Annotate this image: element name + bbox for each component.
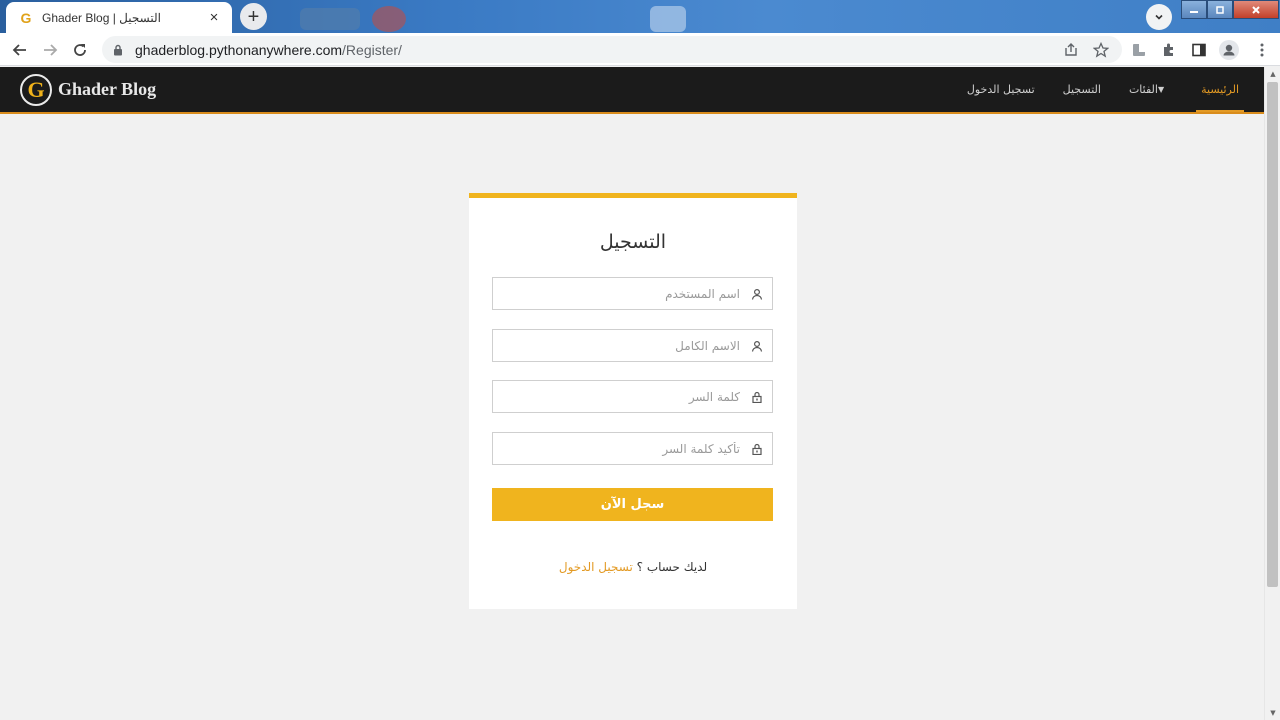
scroll-thumb[interactable] [1267,82,1278,587]
confirm-password-field[interactable] [492,432,773,465]
close-tab-icon[interactable]: × [206,9,222,26]
have-account-text: لديك حساب ؟ [636,560,708,574]
user-icon [750,339,764,353]
back-button[interactable] [9,39,31,61]
password-field[interactable] [492,380,773,413]
desktop-background-shape [300,8,360,30]
side-panel-icon[interactable] [1189,40,1209,60]
reading-list-icon[interactable] [1129,40,1149,60]
address-bar[interactable]: ghaderblog.pythonanywhere.com/Register/ [102,36,1122,63]
desktop-background-shape [372,6,406,32]
url-path: /Register/ [342,41,402,58]
tab-title: Ghader Blog | التسجيل [42,10,161,25]
browser-tab[interactable]: G Ghader Blog | التسجيل × [6,2,232,33]
fullname-input[interactable] [493,331,740,360]
browser-toolbar: ghaderblog.pythonanywhere.com/Register/ [0,33,1280,66]
site-brand[interactable]: Ghader Blog [58,79,156,100]
menu-icon[interactable] [1252,40,1272,60]
profile-icon[interactable] [1219,40,1239,60]
form-title: التسجيل [599,231,667,253]
forward-button[interactable] [39,39,61,61]
scroll-up-arrow-icon[interactable]: ▲ [1265,67,1280,81]
minimize-icon [1190,10,1198,13]
site-logo[interactable]: G [20,74,52,106]
nav-home[interactable]: الرئيسية [1196,67,1244,112]
extensions-icon[interactable] [1159,40,1179,60]
username-field[interactable] [492,277,773,310]
close-icon [1252,5,1260,14]
lock-icon [750,442,764,456]
nav-categories-label: الفئات [1128,83,1158,96]
reload-icon [74,44,86,56]
close-window-button[interactable] [1233,0,1279,19]
have-account-line: لديك حساب ؟ تسجيل الدخول [469,560,797,574]
nav-register[interactable]: التسجيل [1063,67,1101,112]
lock-icon [750,390,764,404]
maximize-button[interactable] [1207,0,1233,19]
username-input[interactable] [493,279,740,308]
minimize-button[interactable] [1181,0,1207,19]
nav-categories[interactable]: الفئات ▼ [1129,67,1168,112]
register-now-button[interactable]: سجل الآن [492,488,773,521]
reload-button[interactable] [69,39,91,61]
caret-down-icon: ▼ [1157,85,1165,94]
scroll-down-arrow-icon[interactable]: ▼ [1265,706,1280,720]
back-icon [12,44,26,56]
browser-titlebar: G Ghader Blog | التسجيل × + [0,0,1280,33]
user-icon [750,287,764,301]
nav-login[interactable]: تسجيل الدخول [967,67,1035,112]
fullname-field[interactable] [492,329,773,362]
nav-links: الرئيسية الفئات ▼ التسجيل تسجيل الدخول [939,67,1244,112]
share-icon[interactable] [1061,40,1081,60]
lock-icon[interactable] [112,44,124,56]
url-host: ghaderblog.pythonanywhere.com [135,41,343,58]
window-controls [1181,0,1279,19]
confirm-password-input[interactable] [493,434,740,463]
forward-icon [44,44,58,56]
site-favicon-icon: G [20,9,32,26]
site-navbar: G Ghader Blog الرئيسية الفئات ▼ التسجيل … [0,67,1264,114]
desktop-background-shape [650,6,686,32]
page-scrollbar[interactable]: ▲ ▼ [1264,67,1280,720]
url-text: ghaderblog.pythonanywhere.com/Register/ [135,42,402,58]
bookmark-star-icon[interactable] [1091,40,1111,60]
register-card: التسجيل سجل الآن لديك حساب ؟ تسجيل الدخو… [469,193,797,609]
tab-search-button[interactable] [1146,4,1172,30]
new-tab-button[interactable]: + [240,3,267,30]
chevron-down-icon [1155,14,1163,20]
login-link[interactable]: تسجيل الدخول [559,560,633,574]
restore-icon [1216,5,1224,14]
password-input[interactable] [493,382,740,411]
